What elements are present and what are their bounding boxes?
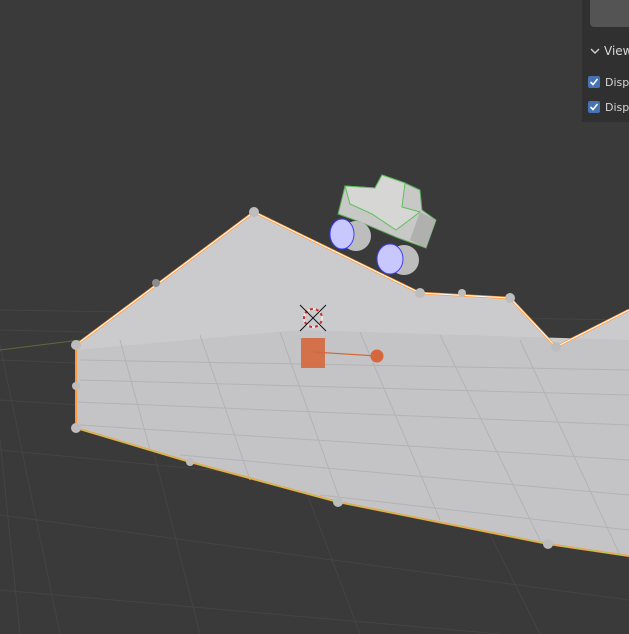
vertex[interactable] xyxy=(551,342,561,352)
scene-canvas[interactable] xyxy=(0,0,629,634)
vertex[interactable] xyxy=(333,497,343,507)
checkmark-icon xyxy=(589,103,599,111)
vertex[interactable] xyxy=(152,279,160,287)
wheel-front xyxy=(376,243,419,275)
chevron-down-icon[interactable] xyxy=(590,46,600,56)
vertex[interactable] xyxy=(415,288,425,298)
checkbox-1[interactable] xyxy=(588,76,600,88)
display-option-1[interactable]: Displ xyxy=(588,73,629,91)
vertex[interactable] xyxy=(543,539,553,549)
checkbox-2-label: Displ xyxy=(605,100,629,114)
vertex[interactable] xyxy=(458,289,466,297)
vertex[interactable] xyxy=(186,458,194,466)
terrain-mesh[interactable] xyxy=(71,207,629,557)
vertex[interactable] xyxy=(71,340,81,350)
checkmark-icon xyxy=(589,78,599,86)
vertex[interactable] xyxy=(72,382,80,390)
display-option-2[interactable]: Displ xyxy=(588,98,629,116)
empty-box xyxy=(301,338,325,368)
vertex[interactable] xyxy=(71,423,81,433)
sidebar-top-button[interactable] xyxy=(590,0,629,27)
vertex[interactable] xyxy=(505,293,515,303)
empty-handle[interactable] xyxy=(370,349,384,363)
checkbox-1-label: Displ xyxy=(605,75,629,89)
checkbox-2[interactable] xyxy=(588,101,600,113)
view-section-header[interactable]: View xyxy=(582,38,629,64)
3d-cursor-icon xyxy=(299,304,327,332)
vertex[interactable] xyxy=(249,207,259,217)
view-section-title: View xyxy=(604,44,629,58)
3d-viewport[interactable]: View Displ Displ xyxy=(0,0,629,634)
